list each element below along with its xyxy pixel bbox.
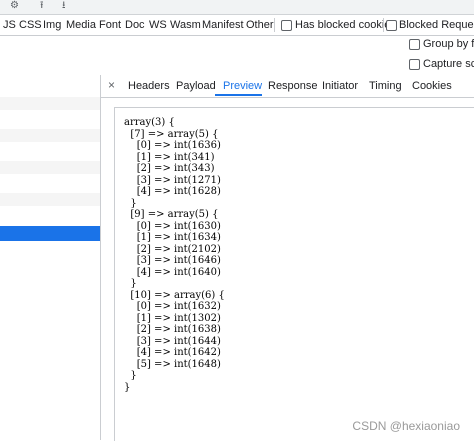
capture-screenshots-checkbox[interactable]	[409, 59, 420, 70]
preview-line: [3] => int(1271)	[124, 174, 221, 186]
close-icon[interactable]: ×	[108, 78, 115, 92]
preview-line: [1] => int(341)	[124, 151, 215, 163]
request-row-selected[interactable]	[0, 226, 100, 241]
tab-headers[interactable]: Headers	[128, 79, 170, 93]
import-har-icon[interactable]: ⭱	[40, 0, 44, 12]
filter-js[interactable]: JS	[3, 18, 16, 32]
export-har-icon[interactable]: ⭳	[62, 0, 66, 12]
filter-ws[interactable]: WS	[149, 18, 167, 32]
preview-line: [2] => int(2102)	[124, 243, 221, 255]
preview-line: [0] => int(1630)	[124, 220, 221, 232]
preview-line: }	[124, 381, 131, 393]
network-settings-icon[interactable]: ⚙	[10, 0, 19, 12]
filter-img[interactable]: Img	[43, 18, 61, 32]
group-by-frame-label: Group by fra	[423, 38, 474, 50]
filter-wasm[interactable]: Wasm	[170, 18, 201, 32]
preview-content: array(3) { [7] => array(5) { [0] => int(…	[124, 117, 225, 393]
has-blocked-cookies-label: Has blocked cookies	[295, 19, 396, 31]
filter-other[interactable]: Other	[246, 18, 274, 32]
preview-line: [7] => array(5) {	[124, 128, 219, 140]
detail-tabs: × Headers Payload Preview Response Initi…	[101, 75, 474, 98]
filter-divider	[383, 18, 384, 32]
preview-line: [10] => array(6) {	[124, 289, 225, 301]
preview-line: }	[124, 370, 137, 381]
tab-initiator[interactable]: Initiator	[322, 79, 358, 93]
preview-line: [0] => int(1632)	[124, 301, 221, 312]
active-tab-indicator	[215, 94, 262, 96]
filter-divider	[274, 18, 275, 32]
request-row[interactable]	[0, 97, 100, 110]
request-row[interactable]	[0, 193, 100, 206]
request-row[interactable]	[0, 129, 100, 142]
request-list	[0, 75, 101, 440]
filter-css[interactable]: CSS	[19, 18, 42, 32]
group-by-frame-checkbox[interactable]	[409, 39, 420, 50]
has-blocked-cookies-checkbox[interactable]	[281, 20, 292, 31]
filter-font[interactable]: Font	[99, 18, 121, 32]
preview-line: [2] => int(1638)	[124, 324, 221, 335]
filter-media[interactable]: Media	[66, 18, 96, 32]
tab-cookies[interactable]: Cookies	[412, 79, 452, 93]
preview-line: [3] => int(1644)	[124, 335, 221, 347]
watermark: CSDN @hexiaoniao	[352, 419, 460, 433]
preview-line: [0] => int(1636)	[124, 140, 221, 151]
blocked-requests-label: Blocked Requests	[399, 19, 474, 31]
preview-line: [9] => array(5) {	[124, 209, 219, 220]
preview-line: [3] => int(1646)	[124, 255, 221, 266]
preview-line: [5] => int(1648)	[124, 358, 221, 370]
request-row[interactable]	[0, 161, 100, 174]
preview-line: }	[124, 197, 137, 209]
toolbar-strip: ⚙ ⭱ ⭳	[0, 0, 474, 15]
capture-screenshots-label: Capture scre	[423, 58, 474, 70]
tab-response[interactable]: Response	[268, 79, 318, 93]
blocked-requests-checkbox[interactable]	[386, 20, 397, 31]
preview-line: [1] => int(1634)	[124, 232, 221, 243]
tab-preview[interactable]: Preview	[223, 79, 262, 93]
preview-line: [1] => int(1302)	[124, 312, 221, 324]
preview-line: [4] => int(1640)	[124, 266, 221, 278]
tab-timing[interactable]: Timing	[369, 79, 402, 93]
filter-doc[interactable]: Doc	[125, 18, 145, 32]
preview-line: [4] => int(1628)	[124, 186, 221, 197]
preview-line: [4] => int(1642)	[124, 347, 221, 358]
preview-panel: array(3) { [7] => array(5) { [0] => int(…	[114, 107, 474, 441]
preview-line: array(3) {	[124, 117, 175, 128]
type-filter-bar: JS CSS Img Media Font Doc WS Wasm Manife…	[0, 15, 474, 36]
preview-line: }	[124, 278, 137, 289]
preview-line: [2] => int(343)	[124, 163, 215, 174]
filter-manifest[interactable]: Manifest	[202, 18, 244, 32]
tab-payload[interactable]: Payload	[176, 79, 216, 93]
